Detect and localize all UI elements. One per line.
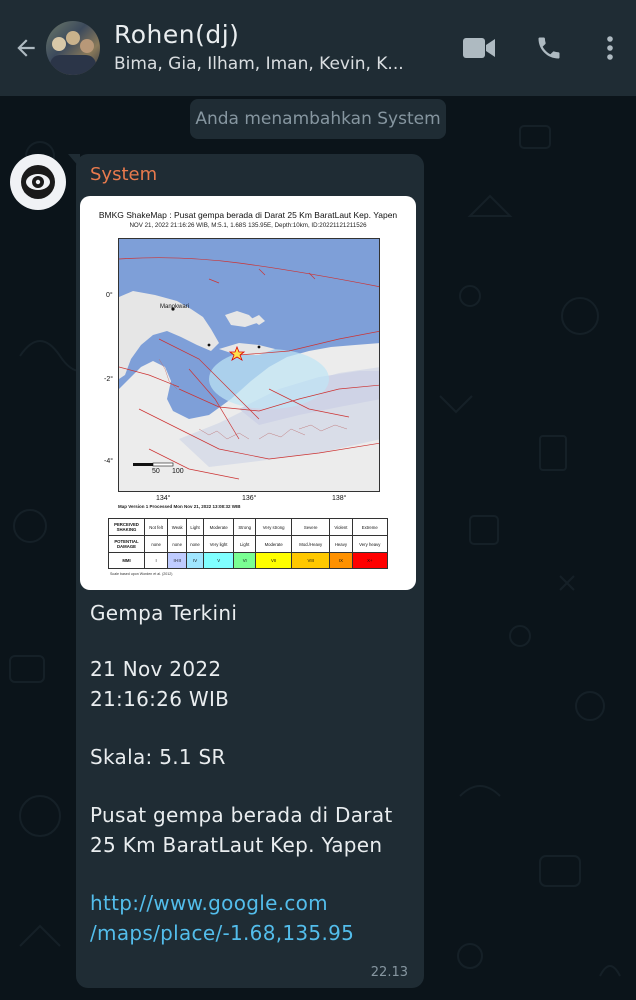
lat-label: 0°: [106, 292, 113, 299]
lat-label: -2°: [104, 376, 114, 383]
message-line: 25 Km BaratLaut Kep. Yapen: [90, 833, 383, 857]
voice-call-button[interactable]: [514, 18, 584, 78]
mmi-cell: VI: [233, 552, 257, 569]
chat-title: Rohen(dj): [114, 20, 240, 49]
map-version: Map Version 1 Processed Mon Nov 21, 2022…: [118, 504, 241, 509]
map-graphic: [119, 239, 379, 491]
perceived-cell: Strong: [233, 518, 257, 536]
chat-screen: Rohen(dj) Bima, Gia, Ilham, Iman, Kevin,…: [0, 0, 636, 1000]
phone-icon: [538, 37, 560, 59]
mmi-label: MMI: [108, 552, 145, 569]
perceived-cell: Extreme: [351, 518, 389, 536]
back-button[interactable]: [6, 18, 46, 78]
perceived-cell: Light: [186, 518, 204, 536]
sender-avatar[interactable]: [10, 154, 66, 210]
scale-note: Scale based upon Worden et al. (2012): [110, 572, 173, 576]
message-timestamp: 22.13: [370, 965, 408, 980]
intensity-legend-table: PERCEIVED SHAKING Not felt Weak Light Mo…: [108, 518, 389, 569]
perceived-cell: Not felt: [143, 518, 169, 536]
mmi-cell: X+: [351, 552, 389, 569]
damage-cell: Mod./Heavy: [291, 535, 331, 553]
perceived-cell: Very strong: [255, 518, 293, 536]
lat-label: -4°: [104, 458, 114, 465]
mmi-cell: IX: [329, 552, 353, 569]
message-line: Gempa Terkini: [90, 601, 238, 625]
mmi-cell: V: [202, 552, 235, 569]
mmi-cell: II-III: [167, 552, 188, 569]
chat-header: Rohen(dj) Bima, Gia, Ilham, Iman, Kevin,…: [0, 0, 636, 96]
mmi-cell: VIII: [291, 552, 331, 569]
shakemap-image[interactable]: BMKG ShakeMap : Pusat gempa berada di Da…: [80, 196, 416, 590]
lon-label: 134°: [156, 495, 171, 502]
lon-label: 138°: [332, 495, 347, 502]
chat-members: Bima, Gia, Ilham, Iman, Kevin, K...: [114, 54, 404, 74]
message-line: 21 Nov 2022: [90, 657, 222, 681]
damage-cell: Very heavy: [351, 535, 389, 553]
map-title: BMKG ShakeMap : Pusat gempa berada di Da…: [98, 210, 398, 220]
scale-label: 100: [172, 468, 184, 475]
video-call-icon: [463, 38, 495, 58]
scale-label: 50: [152, 468, 160, 475]
place-label: Manokwari: [160, 304, 190, 310]
group-avatar[interactable]: [46, 21, 100, 75]
more-options-button[interactable]: [584, 18, 636, 78]
mmi-cell: VII: [255, 552, 293, 569]
perceived-cell: Severe: [291, 518, 331, 536]
damage-cell: none: [186, 535, 204, 553]
damage-cell: Very light: [202, 535, 235, 553]
video-call-button[interactable]: [444, 18, 514, 78]
system-notice: Anda menambahkan System: [190, 99, 446, 139]
damage-cell: Light: [233, 535, 257, 553]
message-line: Pusat gempa berada di Darat: [90, 803, 393, 827]
mmi-cell: I: [143, 552, 169, 569]
lon-label: 136°: [242, 495, 257, 502]
damage-cell: Heavy: [329, 535, 353, 553]
arrow-left-icon: [17, 39, 35, 57]
bmkg-logo-icon: [21, 165, 55, 199]
map-link[interactable]: /maps/place/-1.68,135.95: [90, 918, 420, 948]
map-subtitle: NOV 21, 2022 21:16:26 WIB, M:5.1, 1.68S …: [129, 222, 367, 229]
message-bubble[interactable]: System BMKG ShakeMap : Pusat gempa berad…: [76, 154, 424, 988]
perceived-cell: Violent: [329, 518, 353, 536]
message-line: 21:16:26 WIB: [90, 687, 230, 711]
message-line: Skala: 5.1 SR: [90, 745, 226, 769]
damage-label: POTENTIAL DAMAGE: [108, 535, 145, 553]
damage-cell: none: [167, 535, 188, 553]
damage-cell: none: [143, 535, 169, 553]
damage-cell: Moderate: [255, 535, 293, 553]
perceived-cell: Weak: [167, 518, 188, 536]
map-link[interactable]: http://www.google.com: [90, 888, 420, 918]
mmi-cell: IV: [186, 552, 204, 569]
perceived-label: PERCEIVED SHAKING: [108, 518, 145, 536]
more-vertical-icon: [607, 36, 613, 60]
shakemap-map: [118, 238, 380, 492]
sender-name: System: [90, 164, 158, 185]
chat-title-block[interactable]: Rohen(dj) Bima, Gia, Ilham, Iman, Kevin,…: [114, 19, 434, 77]
perceived-cell: Moderate: [202, 518, 235, 536]
